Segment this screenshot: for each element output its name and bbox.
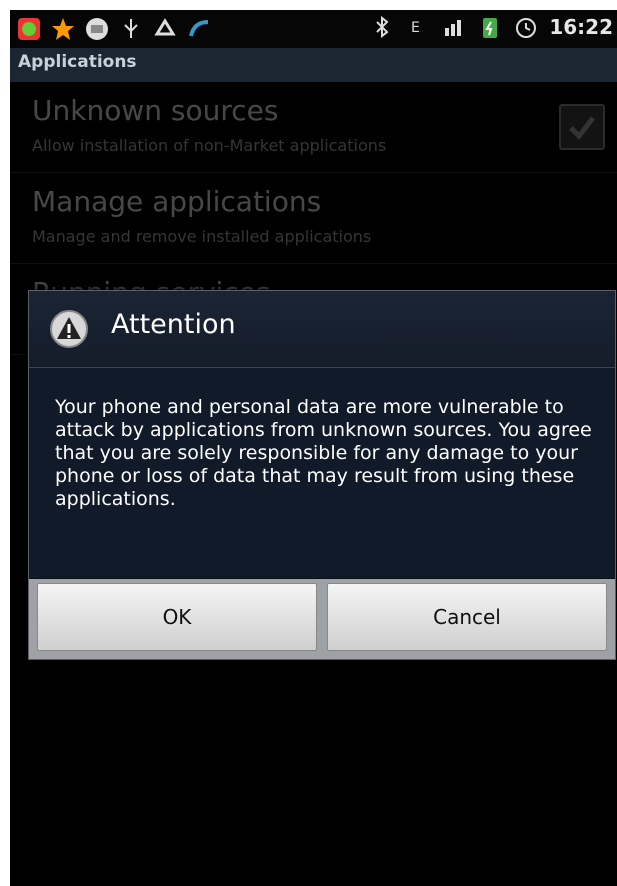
usb-icon <box>124 19 138 38</box>
phone-screen: E 16:22 Applications Unknown sources All… <box>10 10 617 886</box>
cancel-button[interactable]: Cancel <box>327 583 607 651</box>
unknown-sources-checkbox[interactable] <box>559 104 605 150</box>
dialog-title: Attention <box>111 309 236 340</box>
svg-text:E: E <box>411 20 420 36</box>
title-bar: Applications <box>10 48 617 82</box>
attention-dialog: Attention Your phone and personal data a… <box>28 290 616 660</box>
list-item-title: Manage applications <box>32 185 322 218</box>
clock: 16:22 <box>549 15 613 39</box>
dialog-message: Your phone and personal data are more vu… <box>55 396 592 510</box>
checkmark-icon <box>569 116 595 140</box>
app-icon <box>18 18 40 40</box>
bluetooth-icon <box>376 15 389 39</box>
dialog-button-bar: OK Cancel <box>29 579 615 659</box>
dialog-header: Attention <box>29 291 615 368</box>
list-item-title: Unknown sources <box>32 94 279 127</box>
list-item-subtitle: Allow installation of non-Market applica… <box>32 136 387 155</box>
sync-icon <box>189 20 209 37</box>
battery-icon <box>483 18 498 38</box>
list-item-manage-applications[interactable]: Manage applications Manage and remove in… <box>10 173 617 264</box>
warning-icon <box>50 310 88 348</box>
recycle-icon <box>154 18 176 36</box>
data-icon: E <box>411 20 420 36</box>
list-item-subtitle: Manage and remove installed applications <box>32 227 372 246</box>
message-icon <box>86 18 108 40</box>
page-title: Applications <box>18 52 137 72</box>
status-bar: E 16:22 <box>10 10 617 48</box>
dialog-body: Your phone and personal data are more vu… <box>29 368 615 578</box>
ok-button[interactable]: OK <box>37 583 317 651</box>
star-icon <box>52 18 74 40</box>
list-item-unknown-sources[interactable]: Unknown sources Allow installation of no… <box>10 82 617 173</box>
signal-icon <box>445 20 462 36</box>
alarm-icon <box>516 18 537 38</box>
